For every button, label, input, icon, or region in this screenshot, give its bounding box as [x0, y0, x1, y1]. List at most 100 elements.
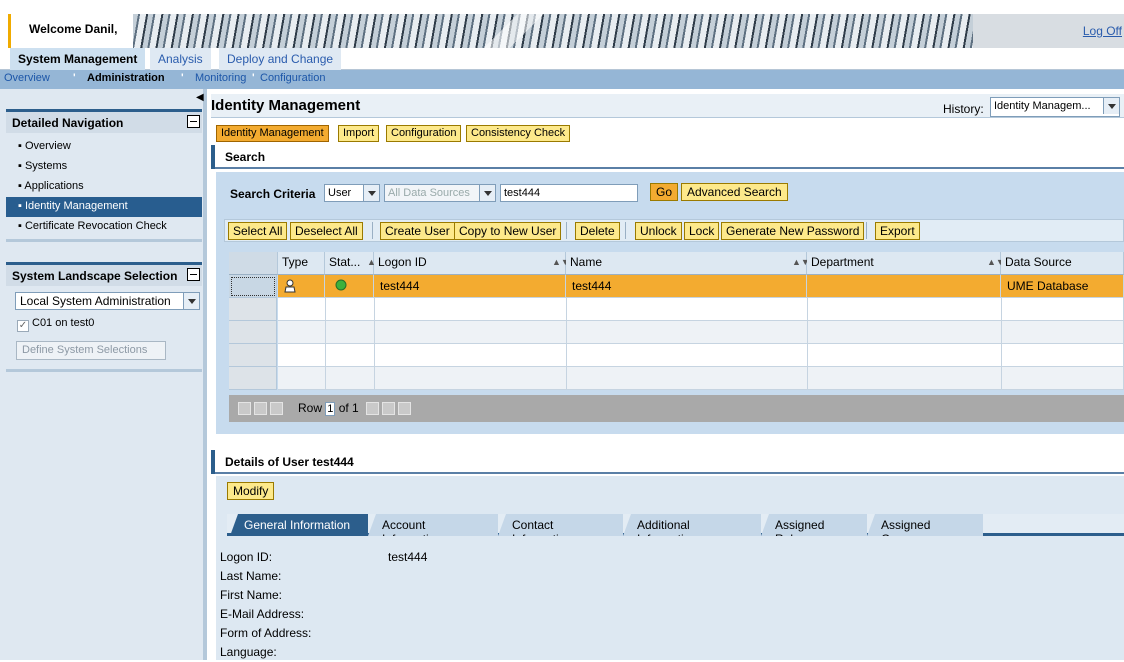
- minimize-icon[interactable]: [187, 115, 200, 128]
- top-navigation: System Management Analysis Deploy and Ch…: [0, 48, 1124, 70]
- system-landscape-title: System Landscape Selection: [12, 269, 178, 283]
- user-icon: [284, 279, 296, 293]
- deselect-all-button[interactable]: Deselect All: [290, 222, 363, 240]
- subnav-separator: ': [252, 72, 255, 84]
- toolbar-separator: [566, 222, 567, 239]
- subnav-separator: ': [181, 72, 184, 84]
- chevron-down-icon[interactable]: [183, 293, 199, 309]
- nav-system-management[interactable]: System Management: [10, 48, 146, 70]
- collapse-sidebar-icon[interactable]: ◀: [196, 92, 204, 103]
- detailed-navigation-list: ▪ Overview ▪ Systems ▪ Applications ▪ Id…: [6, 137, 202, 237]
- row-selector[interactable]: [229, 344, 277, 367]
- subnav-overview[interactable]: Overview: [4, 72, 50, 84]
- tab-general-information[interactable]: General Information: [230, 514, 368, 536]
- export-button[interactable]: Export: [875, 222, 920, 240]
- field-label-first-name: First Name:: [220, 588, 283, 602]
- nav-deploy-and-change[interactable]: Deploy and Change: [219, 48, 342, 70]
- history-select[interactable]: Identity Managem...: [990, 97, 1120, 117]
- lock-button[interactable]: Lock: [684, 222, 720, 240]
- sidebar-item-identity-management[interactable]: ▪ Identity Management: [6, 197, 202, 217]
- column-header-department[interactable]: Department ▲▼: [807, 252, 1005, 275]
- field-label-language: Language:: [220, 645, 277, 659]
- table-cell-department[interactable]: [807, 275, 1001, 298]
- detailed-navigation-header: Detailed Navigation: [6, 109, 202, 133]
- first-page-icon[interactable]: [238, 402, 251, 415]
- search-input[interactable]: test444: [500, 184, 638, 202]
- details-section-header: Details of User test444: [211, 450, 1124, 474]
- tab-contact-information[interactable]: Contact Information: [498, 514, 623, 536]
- advanced-search-button[interactable]: Advanced Search: [681, 183, 788, 201]
- sub-navigation: Overview ' Administration ' Monitoring '…: [0, 70, 1124, 89]
- previous-page-icon[interactable]: [254, 402, 267, 415]
- column-header-logon-id[interactable]: Logon ID ▲▼: [374, 252, 570, 275]
- tab-assigned-roles[interactable]: Assigned Roles: [761, 514, 867, 536]
- toolbar-separator: [625, 222, 626, 239]
- sidebar-item-overview[interactable]: ▪ Overview: [6, 137, 202, 157]
- column-divider: [374, 298, 375, 390]
- minimize-icon[interactable]: [187, 268, 200, 281]
- modify-button[interactable]: Modify: [227, 482, 275, 500]
- tab-identity-management[interactable]: Identity Management: [216, 125, 329, 142]
- field-label-form-of-address: Form of Address:: [220, 626, 312, 640]
- row-selector[interactable]: [229, 275, 277, 298]
- logoff-link[interactable]: Log Off: [1083, 24, 1122, 38]
- delete-button[interactable]: Delete: [575, 222, 620, 240]
- subnav-administration[interactable]: Administration: [87, 72, 165, 84]
- tab-assigned-groups[interactable]: Assigned Groups: [867, 514, 983, 536]
- chevron-down-icon[interactable]: [479, 185, 495, 201]
- field-label-last-name: Last Name:: [220, 569, 282, 583]
- next-row-icon[interactable]: [366, 402, 379, 415]
- table-row-empty: [278, 344, 1124, 367]
- pager-of-label: of 1: [338, 401, 359, 415]
- select-all-column-header[interactable]: [229, 252, 278, 275]
- sidebar-item-certificate-revocation-check[interactable]: ▪ Certificate Revocation Check: [6, 217, 202, 237]
- tab-import[interactable]: Import: [338, 125, 380, 142]
- row-number-input[interactable]: 1: [325, 401, 336, 416]
- row-selector[interactable]: [229, 367, 277, 390]
- data-source-select[interactable]: All Data Sources: [384, 184, 496, 202]
- landscape-select[interactable]: Local System Administration: [15, 292, 200, 310]
- column-divider: [325, 298, 326, 390]
- table-row-type: [278, 275, 325, 298]
- column-header-data-source[interactable]: Data Source: [1001, 252, 1124, 275]
- column-header-name[interactable]: Name ▲▼: [566, 252, 810, 275]
- table-cell-logon-id[interactable]: test444: [374, 275, 566, 298]
- criteria-type-select[interactable]: User: [324, 184, 380, 202]
- copy-to-new-user-button[interactable]: Copy to New User: [454, 222, 562, 240]
- generate-new-password-button[interactable]: Generate New Password: [721, 222, 865, 240]
- sidebar-item-systems[interactable]: ▪ Systems: [6, 157, 202, 177]
- create-user-button[interactable]: Create User: [380, 222, 455, 240]
- tab-additional-information[interactable]: Additional Information: [623, 514, 761, 536]
- nav-analysis[interactable]: Analysis: [150, 48, 211, 70]
- column-header-status[interactable]: Stat...▲▼: [325, 252, 385, 275]
- pager-text: Row 1 of 1: [298, 401, 359, 416]
- select-all-button[interactable]: Select All: [228, 222, 288, 240]
- previous-row-icon[interactable]: [270, 402, 283, 415]
- chevron-down-icon[interactable]: [1103, 98, 1119, 114]
- chevron-down-icon[interactable]: [363, 185, 379, 201]
- next-page-icon[interactable]: [382, 402, 395, 415]
- table-cell-name[interactable]: test444: [566, 275, 807, 298]
- tab-account-information[interactable]: Account Information: [368, 514, 498, 536]
- table-cell-data-source[interactable]: UME Database: [1001, 275, 1124, 298]
- system-checkbox-label: C01 on test0: [32, 317, 95, 329]
- tab-consistency-check[interactable]: Consistency Check: [466, 125, 571, 142]
- checkbox-icon[interactable]: ✓: [17, 320, 29, 332]
- row-selector[interactable]: [229, 298, 277, 321]
- table-row-status: [325, 275, 374, 298]
- subnav-monitoring[interactable]: Monitoring: [195, 72, 246, 84]
- define-system-selections-button[interactable]: Define System Selections: [16, 341, 166, 360]
- sidebar: ◀ Detailed Navigation ▪ Overview ▪ Syste…: [0, 89, 207, 660]
- column-header-type[interactable]: Type: [278, 252, 325, 275]
- status-ok-icon: [335, 279, 347, 291]
- system-checkbox-row[interactable]: ✓ C01 on test0: [17, 317, 94, 332]
- last-page-icon[interactable]: [398, 402, 411, 415]
- unlock-button[interactable]: Unlock: [635, 222, 682, 240]
- sidebar-item-applications[interactable]: ▪ Applications: [6, 177, 202, 197]
- go-button[interactable]: Go: [650, 183, 679, 201]
- tab-configuration[interactable]: Configuration: [386, 125, 462, 142]
- subnav-configuration[interactable]: Configuration: [260, 72, 325, 84]
- search-criteria-label: Search Criteria: [230, 187, 316, 201]
- field-label-logon-id: Logon ID:: [220, 550, 273, 564]
- row-selector[interactable]: [229, 321, 277, 344]
